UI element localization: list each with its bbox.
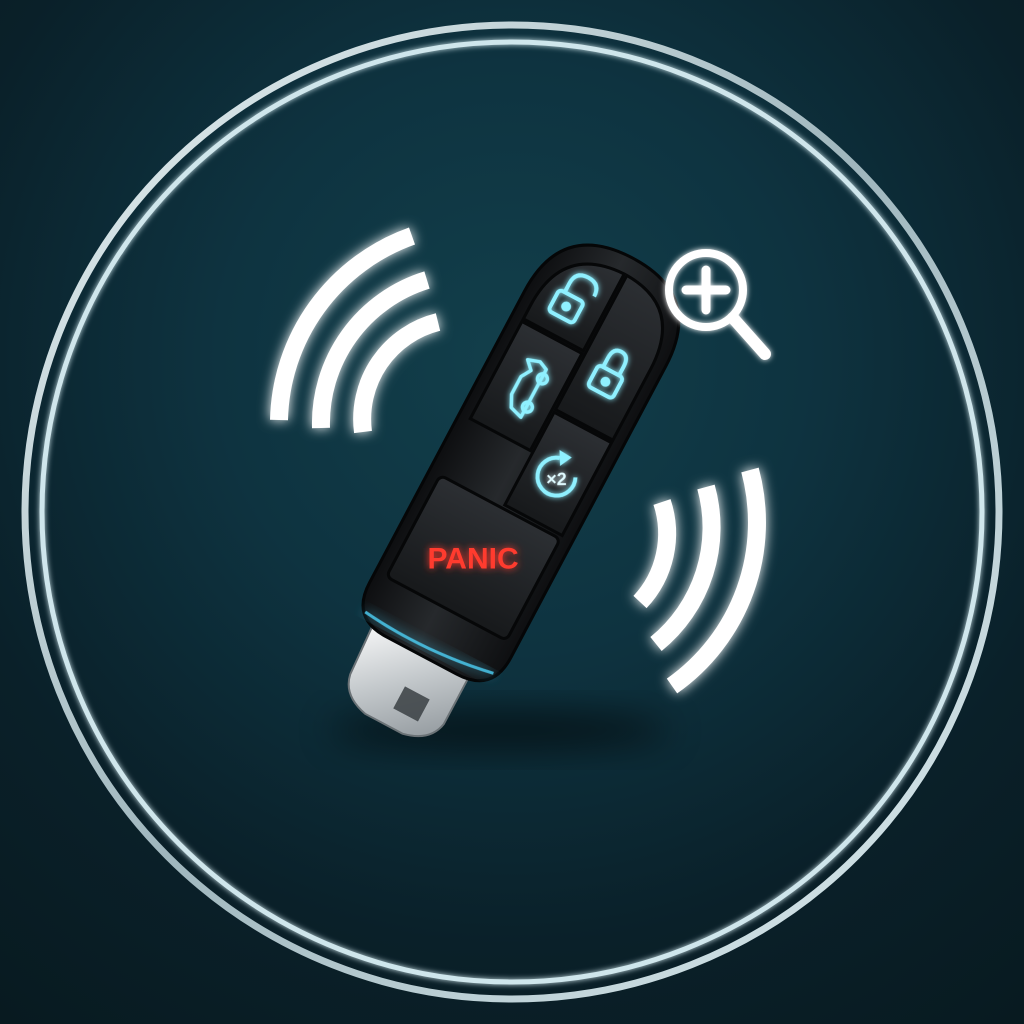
remote-start-label: ×2 bbox=[546, 469, 567, 489]
zoom-in-icon bbox=[665, 249, 771, 360]
signal-waves-right-icon bbox=[633, 467, 766, 694]
panic-label: PANIC bbox=[427, 542, 518, 575]
app-icon-artwork: ×2 PANIC bbox=[21, 21, 1003, 1003]
signal-waves-left-icon bbox=[270, 227, 441, 434]
app-icon: ×2 PANIC bbox=[0, 0, 1024, 1024]
